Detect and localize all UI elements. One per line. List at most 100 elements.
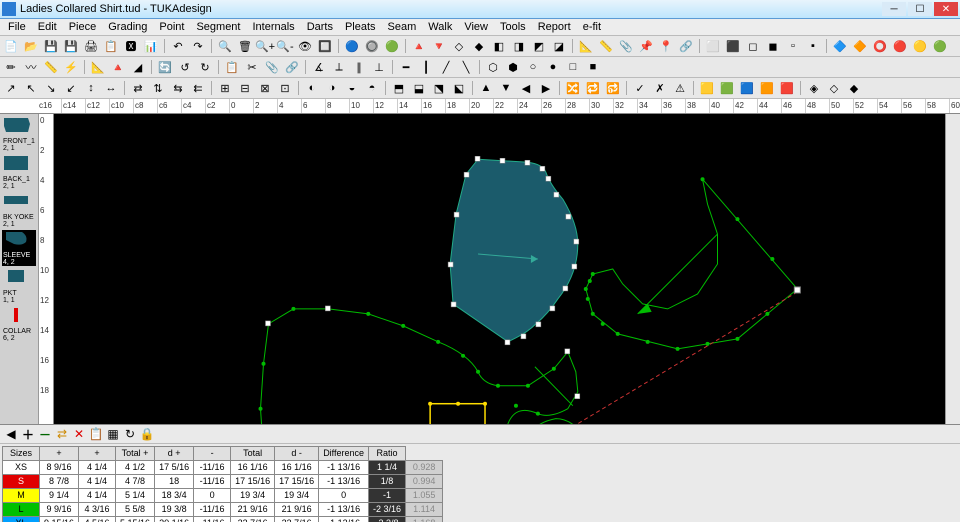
toolbar3-btn-37[interactable]: ✗ [651, 79, 669, 97]
toolbar2-btn-15[interactable]: 📎 [263, 58, 281, 76]
piece-thumb-back[interactable]: BACK_12, 1 [2, 154, 36, 190]
toolbar1-btn-43[interactable]: ▫ [784, 37, 802, 55]
grade-cell[interactable]: 19 3/4 [231, 489, 275, 503]
points-sleeve-right[interactable] [584, 177, 800, 351]
toolbar2-btn-9[interactable]: 🔄 [156, 58, 174, 76]
toolbar2-btn-24[interactable]: ┃ [417, 58, 435, 76]
toolbar1-btn-42[interactable]: ◼ [764, 37, 782, 55]
toolbar3-btn-3[interactable]: ↙ [62, 79, 80, 97]
toolbar3-btn-27[interactable]: ▲ [477, 79, 495, 97]
grade-cell[interactable]: 9 9/16 [40, 503, 79, 517]
grade-cell[interactable]: 5 5/8 [116, 503, 155, 517]
toolbar3-btn-43[interactable]: 🟧 [758, 79, 776, 97]
toolbar1-btn-6[interactable]: 🆇 [122, 37, 140, 55]
toolbar2-btn-33[interactable]: ■ [584, 58, 602, 76]
grid-icon[interactable]: ▦ [106, 427, 120, 441]
grade-cell[interactable]: -11/16 [194, 475, 231, 489]
toolbar2-btn-30[interactable]: ○ [524, 58, 542, 76]
piece-sleeve-cap[interactable] [450, 159, 578, 342]
delete-icon[interactable]: ✕ [72, 427, 86, 441]
toolbar3-btn-46[interactable]: ◈ [805, 79, 823, 97]
toolbar2-btn-10[interactable]: ↺ [176, 58, 194, 76]
toolbar1-btn-32[interactable]: 📐 [577, 37, 595, 55]
armhole-curve[interactable] [516, 419, 578, 424]
toolbar3-btn-15[interactable]: ⊡ [276, 79, 294, 97]
grade-cell[interactable]: 0.928 [406, 461, 443, 475]
grade-cell[interactable]: 5 15/16 [116, 517, 155, 522]
toolbar1-btn-24[interactable]: 🔻 [430, 37, 448, 55]
grade-cell[interactable]: 4 1/4 [79, 475, 116, 489]
toolbar1-btn-33[interactable]: 📏 [597, 37, 615, 55]
toolbar1-btn-2[interactable]: 💾 [42, 37, 60, 55]
grade-cell[interactable]: 0 [319, 489, 369, 503]
toolbar3-btn-20[interactable]: ◓ [363, 79, 381, 97]
size-cell[interactable]: XL [3, 517, 40, 522]
toolbar3-btn-17[interactable]: ◐ [303, 79, 321, 97]
grade-cell[interactable]: 1.168 [406, 517, 443, 522]
toolbar3-btn-0[interactable]: ↗ [2, 79, 20, 97]
menu-file[interactable]: File [2, 21, 32, 33]
toolbar3-btn-42[interactable]: 🟦 [738, 79, 756, 97]
table-row[interactable]: M9 1/44 1/45 1/418 3/4019 3/419 3/40-11.… [3, 489, 443, 503]
toolbar1-btn-7[interactable]: 📊 [142, 37, 160, 55]
points-pocket[interactable] [428, 402, 487, 424]
toolbar3-btn-41[interactable]: 🟩 [718, 79, 736, 97]
toolbar1-btn-21[interactable]: 🟢 [383, 37, 401, 55]
grade-cell[interactable]: 23 7/16 [231, 517, 275, 522]
toolbar1-btn-49[interactable]: 🔴 [891, 37, 909, 55]
toolbar2-btn-28[interactable]: ⬡ [484, 58, 502, 76]
toolbar3-btn-29[interactable]: ◀ [517, 79, 535, 97]
grade-cell[interactable]: 16 1/16 [231, 461, 275, 475]
toolbar2-btn-31[interactable]: ● [544, 58, 562, 76]
toolbar1-btn-14[interactable]: 🔍+ [256, 37, 274, 55]
menu-edit[interactable]: Edit [32, 21, 63, 33]
copy-icon[interactable]: 📋 [89, 427, 103, 441]
menu-efit[interactable]: e-fit [577, 21, 607, 33]
grade-cell[interactable]: 18 [155, 475, 194, 489]
toolbar1-btn-50[interactable]: 🟡 [911, 37, 929, 55]
maximize-button[interactable]: ☐ [908, 2, 932, 16]
toolbar1-btn-15[interactable]: 🔍- [276, 37, 294, 55]
grade-cell[interactable]: 4 5/16 [79, 517, 116, 522]
toolbar2-btn-5[interactable]: 📐 [89, 58, 107, 76]
grade-cell[interactable]: 4 1/4 [79, 461, 116, 475]
menu-pleats[interactable]: Pleats [339, 21, 382, 33]
table-row[interactable]: XL9 15/164 5/165 15/1620 1/16-11/1623 7/… [3, 517, 443, 522]
toolbar2-btn-19[interactable]: ⟂ [330, 58, 348, 76]
toolbar3-btn-28[interactable]: ▼ [497, 79, 515, 97]
size-cell[interactable]: XS [3, 461, 40, 475]
toolbar1-btn-28[interactable]: ◨ [510, 37, 528, 55]
grade-cell[interactable]: 17 5/16 [155, 461, 194, 475]
refresh-icon[interactable]: ↻ [123, 427, 137, 441]
lock-icon[interactable]: 🔒 [140, 427, 154, 441]
piece-thumb-collar[interactable]: COLLAR6, 2 [2, 306, 36, 342]
toolbar1-btn-10[interactable]: ↷ [189, 37, 207, 55]
minimize-button[interactable]: ─ [882, 2, 906, 16]
toolbar1-btn-48[interactable]: ⭕ [871, 37, 889, 55]
col-header[interactable]: Total [231, 447, 275, 461]
toolbar2-btn-16[interactable]: 🔗 [283, 58, 301, 76]
toolbar3-btn-12[interactable]: ⊞ [216, 79, 234, 97]
piece-thumb-pkt[interactable]: PKT1, 1 [2, 268, 36, 304]
toolbar3-btn-34[interactable]: 🔂 [604, 79, 622, 97]
toolbar3-btn-47[interactable]: ◇ [825, 79, 843, 97]
internal-line[interactable] [535, 367, 573, 406]
toolbar1-btn-41[interactable]: ◻ [744, 37, 762, 55]
grade-cell[interactable]: 1/8 [369, 475, 406, 489]
toolbar2-btn-18[interactable]: ∡ [310, 58, 328, 76]
toolbar3-btn-7[interactable]: ⇄ [129, 79, 147, 97]
toolbar1-btn-17[interactable]: 🔲 [316, 37, 334, 55]
toolbar1-btn-30[interactable]: ◪ [550, 37, 568, 55]
piece-thumb-bkyoke[interactable]: BK YOKE2, 1 [2, 192, 36, 228]
grade-cell[interactable]: 1 1/4 [369, 461, 406, 475]
toolbar3-btn-18[interactable]: ◑ [323, 79, 341, 97]
toolbar2-btn-2[interactable]: 📏 [42, 58, 60, 76]
toolbar1-btn-19[interactable]: 🔵 [343, 37, 361, 55]
grade-cell[interactable]: 0 [194, 489, 231, 503]
grade-cell[interactable]: 1.055 [406, 489, 443, 503]
toolbar2-btn-25[interactable]: ╱ [437, 58, 455, 76]
piece-thumb-front[interactable]: FRONT_12, 1 [2, 116, 36, 152]
col-header[interactable]: Ratio [369, 447, 406, 461]
grade-cell[interactable]: -3 3/8 [369, 517, 406, 522]
grade-cell[interactable]: -1 13/16 [319, 461, 369, 475]
